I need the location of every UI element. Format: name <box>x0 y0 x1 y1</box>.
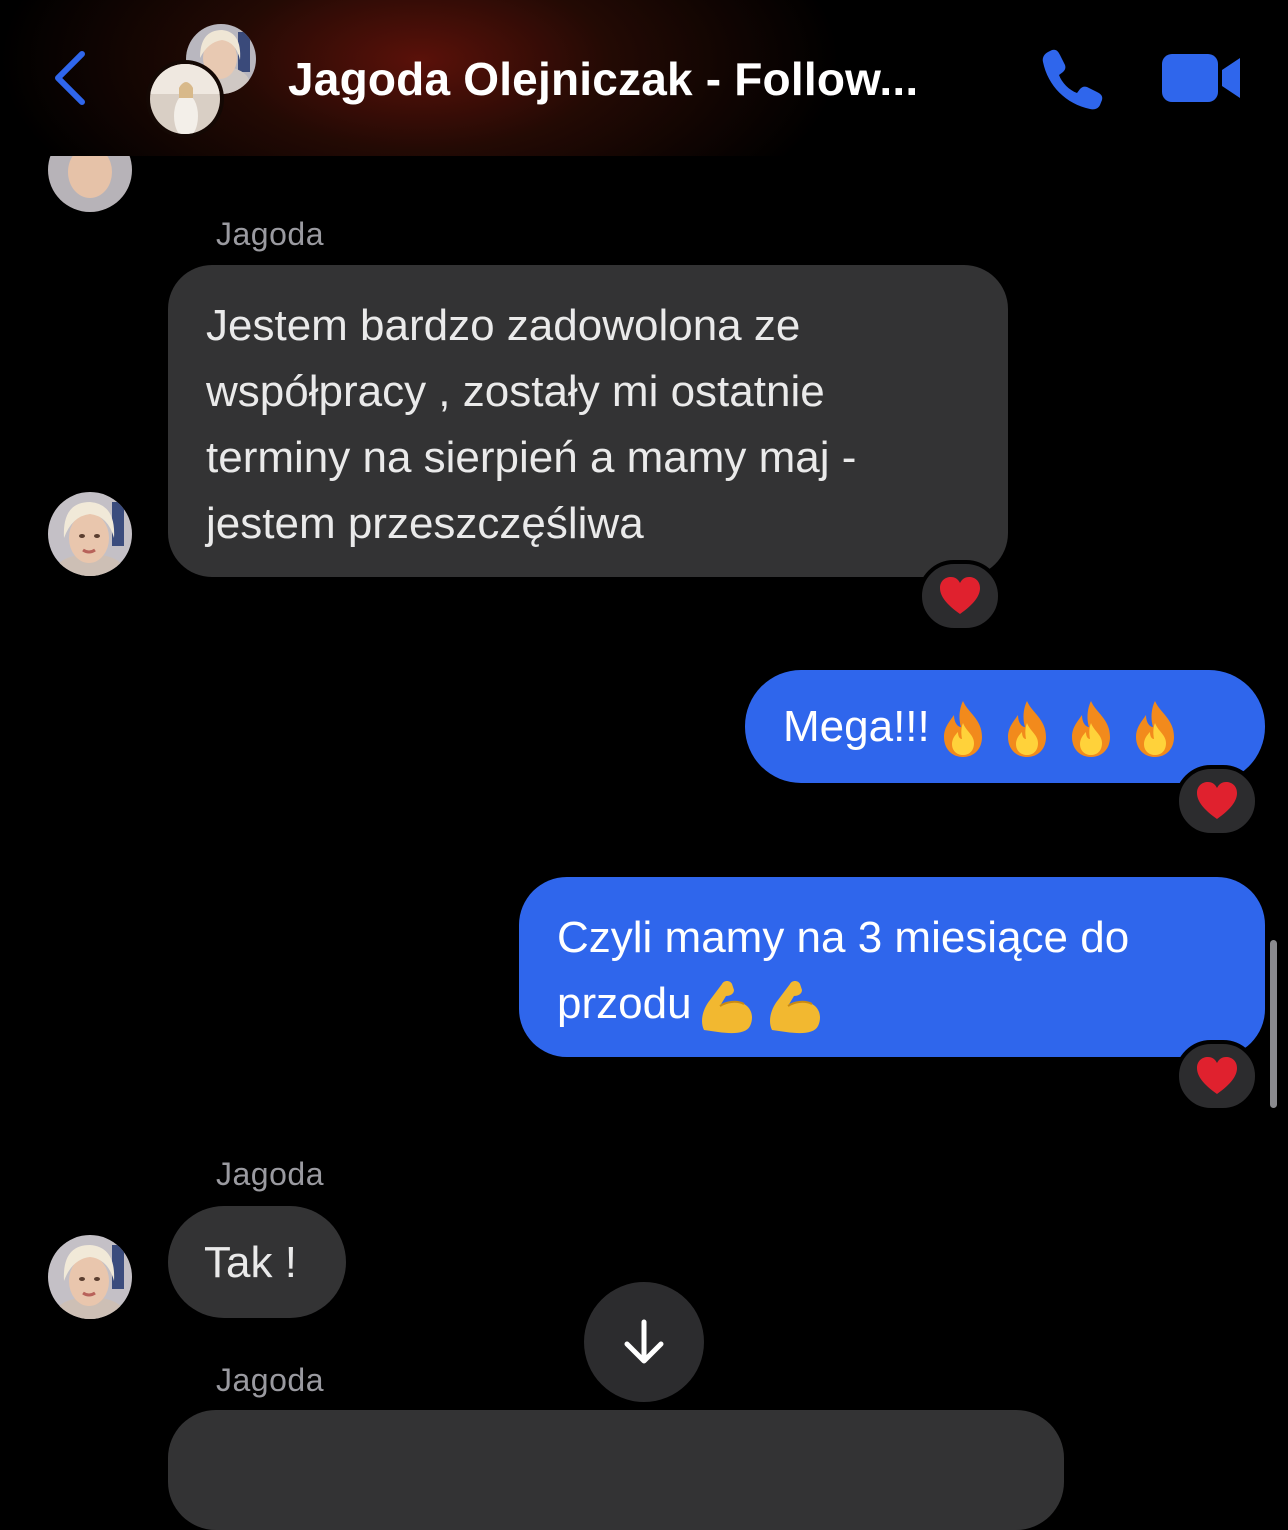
chevron-left-icon <box>55 51 85 105</box>
flexed-biceps-icon <box>701 981 752 1034</box>
conversation-title[interactable]: Jagoda Olejniczak - Follow... <box>288 52 1008 106</box>
message-text: Tak ! <box>204 1238 297 1287</box>
reaction-badge[interactable] <box>1175 1040 1259 1112</box>
scroll-to-bottom-button[interactable] <box>584 1282 704 1402</box>
message-text: Mega!!! <box>783 702 930 751</box>
reaction-badge[interactable] <box>1175 765 1259 837</box>
group-avatar-primary[interactable] <box>146 60 224 138</box>
heart-icon <box>940 577 980 614</box>
fire-icon <box>1135 701 1174 758</box>
message-bubble-incoming[interactable] <box>168 1410 1064 1530</box>
message-text: Czyli mamy na 3 miesiące do przodu <box>557 913 1130 1028</box>
avatar[interactable] <box>48 492 132 576</box>
message-bubble-incoming[interactable]: Jestem bardzo zadowolona ze współpracy ,… <box>168 265 1008 577</box>
fire-icon <box>1071 701 1110 758</box>
reaction-badge[interactable] <box>918 560 1002 632</box>
message-bubble-incoming[interactable]: Tak ! <box>168 1206 346 1318</box>
fire-icon <box>1007 701 1046 758</box>
sender-name: Jagoda <box>216 216 324 252</box>
video-call-button[interactable] <box>1160 50 1244 106</box>
flexed-biceps-icon <box>769 981 820 1034</box>
call-button[interactable] <box>1036 46 1106 112</box>
heart-icon <box>1197 1057 1237 1094</box>
fire-icon <box>943 701 982 758</box>
sender-name: Jagoda <box>216 1156 324 1192</box>
heart-icon <box>1197 782 1237 819</box>
avatar[interactable] <box>48 1235 132 1319</box>
scrollbar[interactable] <box>1270 940 1277 1108</box>
video-camera-icon <box>1162 54 1240 102</box>
back-button[interactable] <box>40 40 100 116</box>
chat-header: Jagoda Olejniczak - Follow... <box>0 0 1288 156</box>
message-text: Jestem bardzo zadowolona ze współpracy ,… <box>206 301 857 548</box>
message-bubble-outgoing[interactable]: Mega!!! <box>745 670 1265 783</box>
message-bubble-outgoing[interactable]: Czyli mamy na 3 miesiące do przodu <box>519 877 1265 1057</box>
phone-icon <box>1042 49 1103 110</box>
sender-name: Jagoda <box>216 1362 324 1398</box>
arrow-down-icon <box>624 1319 664 1364</box>
